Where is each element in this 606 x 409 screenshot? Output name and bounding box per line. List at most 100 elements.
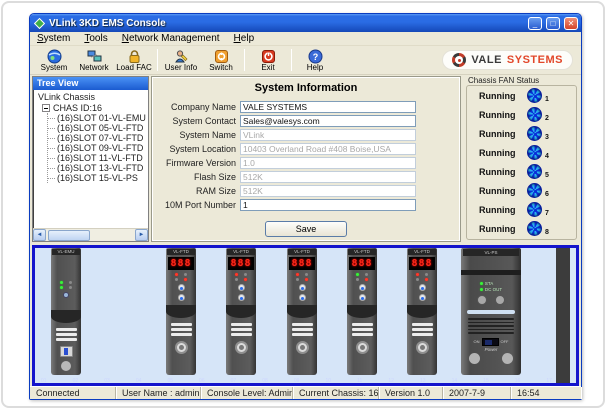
company-name-input[interactable] bbox=[240, 101, 416, 113]
tree-item-slot[interactable]: (16)SLOT 05-VL-FTD bbox=[48, 123, 148, 133]
chassis-card-ftd[interactable]: VL-FTD 888 bbox=[226, 248, 256, 375]
field-label: System Contact bbox=[152, 116, 240, 126]
power-switch[interactable] bbox=[482, 338, 499, 346]
toolbar-exit-button[interactable]: Exit bbox=[248, 47, 288, 74]
field-label: Firmware Version bbox=[152, 158, 240, 168]
fan-icon bbox=[527, 145, 542, 160]
toolbar-help-button[interactable]: ? Help bbox=[295, 47, 335, 74]
fan-icon bbox=[527, 183, 542, 198]
menu-network-management[interactable]: Network Management bbox=[115, 33, 227, 44]
toolbar-load-fac-button[interactable]: Load FAC bbox=[114, 47, 154, 74]
tree-item-slot[interactable]: (16)SLOT 09-VL-FTD bbox=[48, 143, 148, 153]
toolbar-system-button[interactable]: System bbox=[34, 47, 74, 74]
port-number-input[interactable] bbox=[240, 199, 416, 211]
led-block bbox=[416, 273, 428, 281]
card-handle bbox=[51, 310, 81, 323]
fan-group-box: Running1 Running2 Running3 Running4 Runn… bbox=[466, 85, 577, 240]
maximize-button[interactable]: □ bbox=[546, 17, 560, 30]
toolbar: System Network Load FAC User Info Switch… bbox=[30, 46, 581, 75]
usb-port bbox=[60, 346, 73, 357]
tree-root-item[interactable]: VLink Chassis bbox=[36, 92, 148, 102]
minimize-button[interactable]: _ bbox=[528, 17, 542, 30]
menu-system[interactable]: System bbox=[30, 33, 77, 44]
card-handle bbox=[226, 305, 256, 318]
field-label: System Name bbox=[152, 130, 240, 140]
vent-bars bbox=[56, 328, 77, 341]
fan-icon bbox=[527, 164, 542, 179]
menu-tools[interactable]: Tools bbox=[77, 33, 114, 44]
ps-bottom-knobs bbox=[469, 353, 513, 364]
title-bar[interactable]: VLink 3KD EMS Console _ □ ✕ bbox=[30, 14, 581, 32]
bnc-connector bbox=[238, 294, 245, 301]
reset-button bbox=[63, 292, 69, 298]
menu-bar: System Tools Network Management Help bbox=[30, 32, 581, 46]
status-user: User Name : admin bbox=[116, 387, 201, 399]
power-label: Power bbox=[485, 347, 498, 352]
scroll-left-icon[interactable]: ◄ bbox=[33, 229, 46, 241]
brand-name-primary: VALE bbox=[471, 54, 502, 66]
led-block bbox=[60, 281, 72, 289]
bnc-connector bbox=[419, 294, 426, 301]
chassis-card-ftd[interactable]: VL-FTD 888 bbox=[166, 248, 196, 375]
tree-item-slot[interactable]: (16)SLOT 01-VL-EMU bbox=[48, 113, 148, 123]
chassis-card-ftd[interactable]: VL-FTD 888 bbox=[407, 248, 437, 375]
field-label: Company Name bbox=[152, 102, 240, 112]
horizontal-scrollbar[interactable]: ◄ ► bbox=[33, 228, 148, 241]
status-console-level: Console Level: Administrator bbox=[201, 387, 293, 399]
ram-size-input bbox=[240, 185, 416, 197]
round-connector bbox=[356, 341, 369, 354]
led-block bbox=[296, 273, 308, 281]
menu-help[interactable]: Help bbox=[227, 33, 262, 44]
system-contact-input[interactable] bbox=[240, 115, 416, 127]
chassis-edge bbox=[556, 248, 570, 383]
chassis-card-ps[interactable]: VL-PS STA DC OUT ON OFF Power bbox=[461, 248, 521, 375]
chassis-card-emu[interactable]: VL-EMU bbox=[51, 248, 81, 375]
svg-text:?: ? bbox=[312, 52, 318, 62]
flash-size-input bbox=[240, 171, 416, 183]
save-button[interactable]: Save bbox=[265, 221, 347, 237]
exit-icon bbox=[261, 49, 276, 64]
brand-logo: VALE SYSTEMS bbox=[442, 50, 573, 70]
bnc-connector bbox=[299, 284, 306, 291]
tree-item-slot[interactable]: (16)SLOT 11-VL-FTD bbox=[48, 153, 148, 163]
vent-bars bbox=[231, 323, 252, 336]
panel-title: System Information bbox=[152, 82, 460, 94]
toolbar-switch-button[interactable]: Switch bbox=[201, 47, 241, 74]
round-connector bbox=[296, 341, 309, 354]
slot-number-strip: 0102030405060708091011121314151617 bbox=[41, 378, 552, 385]
speaker-grille bbox=[468, 318, 515, 334]
tree-chassis-item[interactable]: CHAS ID:16 bbox=[42, 103, 148, 113]
chassis-card-ftd[interactable]: VL-FTD 888 bbox=[347, 248, 377, 375]
field-label: Flash Size bbox=[152, 172, 240, 182]
collapse-icon[interactable] bbox=[42, 104, 50, 112]
close-button[interactable]: ✕ bbox=[564, 17, 578, 30]
tree-view-header: Tree View bbox=[33, 77, 148, 90]
network-icon bbox=[87, 49, 102, 64]
fan-row: Running5 bbox=[467, 162, 576, 181]
tree-item-slot[interactable]: (16)SLOT 15-VL-PS bbox=[48, 173, 148, 183]
seven-segment-display: 888 bbox=[289, 257, 314, 270]
status-version: Version 1.0 bbox=[379, 387, 443, 399]
led-block bbox=[235, 273, 247, 281]
tree-item-slot[interactable]: (16)SLOT 07-VL-FTD bbox=[48, 133, 148, 143]
fan-row: Running1 bbox=[467, 86, 576, 105]
toolbar-user-info-button[interactable]: User Info bbox=[161, 47, 201, 74]
globe-icon bbox=[47, 49, 62, 64]
chassis-card-ftd[interactable]: VL-FTD 888 bbox=[287, 248, 317, 375]
card-handle bbox=[347, 305, 377, 318]
toolbar-network-button[interactable]: Network bbox=[74, 47, 114, 74]
led-block bbox=[175, 273, 187, 281]
status-bar: Connected User Name : admin Console Leve… bbox=[30, 386, 581, 399]
status-date: 2007-7-9 bbox=[443, 387, 511, 399]
app-icon bbox=[34, 18, 45, 29]
tree-item-slot[interactable]: (16)SLOT 13-VL-FTD bbox=[48, 163, 148, 173]
fan-icon bbox=[527, 202, 542, 217]
firmware-version-input bbox=[240, 157, 416, 169]
bnc-connector bbox=[359, 294, 366, 301]
bnc-connector bbox=[359, 284, 366, 291]
vent-bars bbox=[292, 323, 313, 336]
screenshot-frame: VLink 3KD EMS Console _ □ ✕ System Tools… bbox=[1, 1, 605, 408]
ps-slot-bar bbox=[467, 310, 515, 314]
scroll-right-icon[interactable]: ► bbox=[135, 229, 148, 241]
scrollbar-thumb[interactable] bbox=[48, 230, 90, 241]
